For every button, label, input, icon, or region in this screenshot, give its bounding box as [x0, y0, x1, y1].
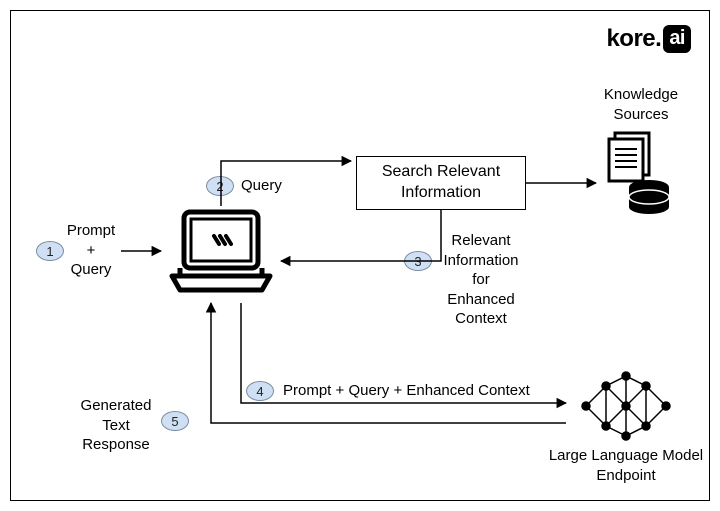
- step-badge-3: 3: [404, 251, 432, 271]
- logo-dot: .: [655, 25, 661, 53]
- laptop-icon: [166, 206, 276, 301]
- knowledge-sources-icon: [601, 129, 681, 219]
- search-box: Search Relevant Information: [356, 156, 526, 210]
- brand-logo: kore.ai: [606, 25, 691, 53]
- step-badge-4: 4: [246, 381, 274, 401]
- logo-suffix-badge: ai: [663, 25, 691, 53]
- step-label-3: Relevant Information for Enhanced Contex…: [431, 231, 531, 329]
- search-box-label: Search Relevant Information: [382, 162, 500, 204]
- step-label-4: Prompt + Query + Enhanced Context: [283, 381, 530, 401]
- step-label-2: Query: [241, 176, 282, 196]
- step-label-1: Prompt + Query: [56, 221, 126, 280]
- step-badge-5: 5: [161, 411, 189, 431]
- step-num-4: 4: [256, 384, 263, 399]
- neural-network-icon: [571, 366, 681, 446]
- step-label-5: Generated Text Response: [71, 396, 161, 455]
- logo-prefix: kore: [606, 25, 655, 53]
- llm-label: Large Language Model Endpoint: [541, 446, 711, 485]
- step-badge-2: 2: [206, 176, 234, 196]
- step-num-5: 5: [171, 414, 178, 429]
- knowledge-sources-label: Knowledge Sources: [586, 85, 696, 124]
- step-num-1: 1: [46, 244, 53, 259]
- step-num-2: 2: [216, 179, 223, 194]
- step-num-3: 3: [414, 254, 421, 269]
